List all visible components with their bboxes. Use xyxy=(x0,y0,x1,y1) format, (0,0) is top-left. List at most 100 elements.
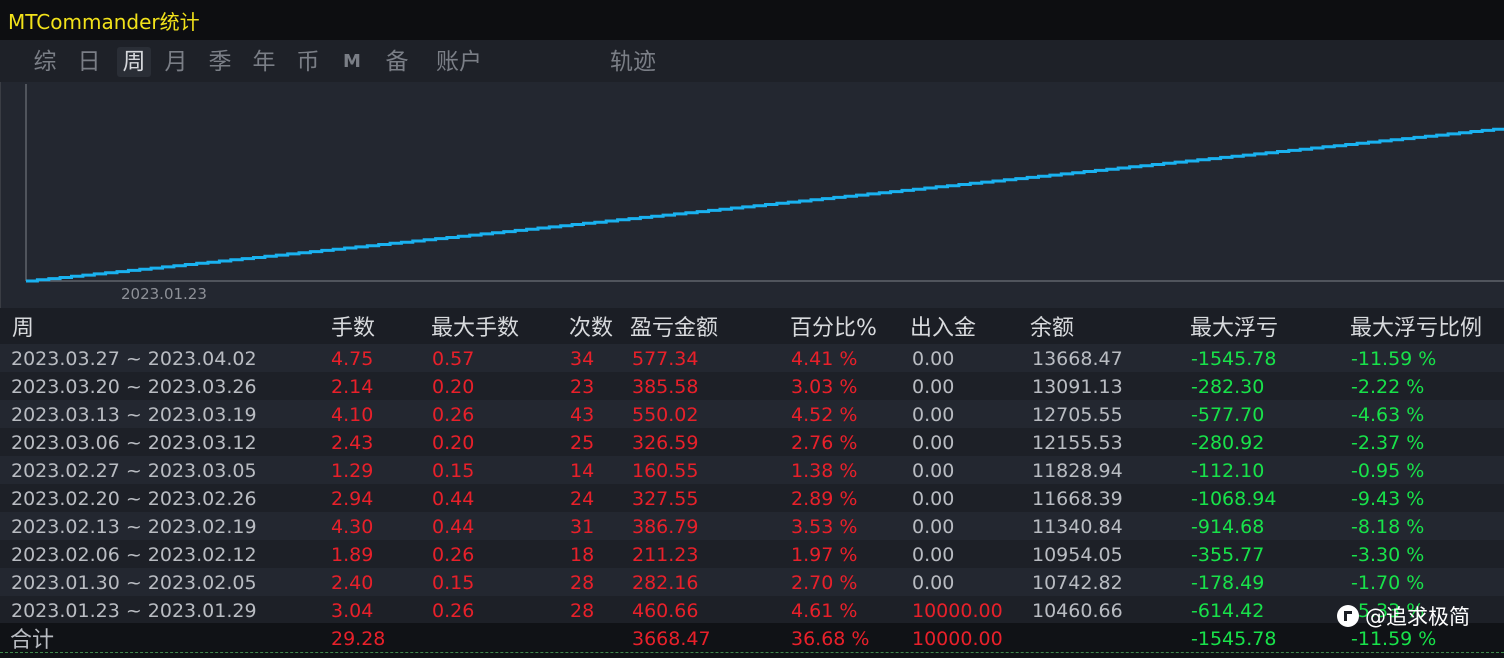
cell-deposit: 0.00 xyxy=(912,348,955,370)
cell-max-drawdown-pct: -2.37 % xyxy=(1351,432,1425,454)
toutiao-logo-icon xyxy=(1337,605,1359,627)
total-percent: 36.68 % xyxy=(791,628,870,650)
col-header-max-lots: 最大手数 xyxy=(431,316,520,341)
cell-balance: 11340.84 xyxy=(1032,516,1123,538)
watermark: @追求极简 xyxy=(1337,601,1470,631)
cell-percent: 2.76 % xyxy=(791,432,858,454)
cell-max-drawdown: -914.68 xyxy=(1191,516,1265,538)
cell-count: 43 xyxy=(570,404,595,426)
total-max-drawdown: -1545.78 xyxy=(1191,628,1277,650)
cell-max-lots: 0.57 xyxy=(432,348,475,370)
tab-m[interactable]: M xyxy=(340,47,364,77)
cell-max-drawdown: -1068.94 xyxy=(1191,488,1277,510)
cell-balance: 13091.13 xyxy=(1032,376,1123,398)
cell-lots: 2.14 xyxy=(331,376,374,398)
cell-max-drawdown-pct: -1.70 % xyxy=(1351,572,1425,594)
cell-lots: 1.29 xyxy=(331,460,374,482)
cell-balance: 12155.53 xyxy=(1032,432,1123,454)
chart-x-tick-label: 2023.01.23 xyxy=(121,285,207,303)
cell-percent: 1.38 % xyxy=(791,460,858,482)
cell-count: 25 xyxy=(570,432,595,454)
cell-deposit: 0.00 xyxy=(912,432,955,454)
cell-balance: 10742.82 xyxy=(1032,572,1123,594)
cell-percent: 4.52 % xyxy=(791,404,858,426)
cell-lots: 4.10 xyxy=(331,404,374,426)
tab-weekly[interactable]: 周 xyxy=(117,47,151,77)
cell-pnl: 160.55 xyxy=(632,460,699,482)
app-title: MTCommander统计 xyxy=(8,10,200,34)
cell-max-drawdown-pct: -3.30 % xyxy=(1351,544,1425,566)
cell-lots: 3.04 xyxy=(331,600,374,622)
col-header-count: 次数 xyxy=(569,316,614,341)
cell-balance: 11828.94 xyxy=(1032,460,1123,482)
tab-currency[interactable]: 币 xyxy=(293,47,323,77)
cell-deposit: 0.00 xyxy=(912,516,955,538)
cell-week: 2023.03.13 ~ 2023.03.19 xyxy=(11,404,257,426)
cell-week: 2023.03.20 ~ 2023.03.26 xyxy=(11,376,257,398)
cell-max-drawdown-pct: -2.22 % xyxy=(1351,376,1425,398)
cell-max-drawdown: -112.10 xyxy=(1191,460,1265,482)
tab-quarterly[interactable]: 季 xyxy=(205,47,235,77)
cell-lots: 2.94 xyxy=(331,488,374,510)
title-bar: MTCommander统计 xyxy=(0,0,1504,40)
cell-count: 28 xyxy=(570,600,595,622)
cell-max-lots: 0.20 xyxy=(432,432,475,454)
cell-lots: 4.30 xyxy=(331,516,374,538)
cell-deposit: 0.00 xyxy=(912,488,955,510)
cell-lots: 4.75 xyxy=(331,348,374,370)
cell-max-lots: 0.26 xyxy=(432,600,475,622)
cell-max-lots: 0.44 xyxy=(432,516,475,538)
cell-max-lots: 0.15 xyxy=(432,460,475,482)
tab-daily[interactable]: 日 xyxy=(74,47,104,77)
cell-percent: 4.41 % xyxy=(791,348,858,370)
cell-balance: 13668.47 xyxy=(1032,348,1123,370)
tab-account[interactable]: 账户 xyxy=(432,47,486,77)
cell-week: 2023.03.06 ~ 2023.03.12 xyxy=(11,432,257,454)
cell-balance: 10954.05 xyxy=(1032,544,1123,566)
cell-week: 2023.02.13 ~ 2023.02.19 xyxy=(11,516,257,538)
cell-balance: 11668.39 xyxy=(1032,488,1123,510)
cell-pnl: 282.16 xyxy=(632,572,699,594)
cell-max-drawdown: -282.30 xyxy=(1191,376,1265,398)
col-header-pnl: 盈亏金额 xyxy=(630,316,719,341)
cell-max-drawdown: -178.49 xyxy=(1191,572,1265,594)
cell-deposit: 0.00 xyxy=(912,460,955,482)
cell-max-drawdown: -280.92 xyxy=(1191,432,1265,454)
cell-max-drawdown: -577.70 xyxy=(1191,404,1265,426)
cell-week: 2023.02.27 ~ 2023.03.05 xyxy=(11,460,257,482)
cell-week: 2023.02.06 ~ 2023.02.12 xyxy=(11,544,257,566)
cell-max-lots: 0.15 xyxy=(432,572,475,594)
cell-count: 24 xyxy=(570,488,595,510)
total-pnl: 3668.47 xyxy=(632,628,711,650)
cell-max-lots: 0.44 xyxy=(432,488,475,510)
cell-percent: 3.53 % xyxy=(791,516,858,538)
balance-chart: 2023.01.23 xyxy=(0,82,1504,308)
tab-yearly[interactable]: 年 xyxy=(249,47,279,77)
col-header-balance: 余额 xyxy=(1030,316,1075,341)
cell-percent: 4.61 % xyxy=(791,600,858,622)
cell-pnl: 577.34 xyxy=(632,348,699,370)
tab-monthly[interactable]: 月 xyxy=(161,47,191,77)
cell-max-drawdown-pct: -9.43 % xyxy=(1351,488,1425,510)
cell-pnl: 550.02 xyxy=(632,404,699,426)
cell-max-drawdown-pct: -4.63 % xyxy=(1351,404,1425,426)
tab-trajectory[interactable]: 轨迹 xyxy=(606,47,660,77)
cell-max-lots: 0.26 xyxy=(432,544,475,566)
cell-count: 31 xyxy=(570,516,595,538)
cell-week: 2023.03.27 ~ 2023.04.02 xyxy=(11,348,257,370)
cell-pnl: 326.59 xyxy=(632,432,699,454)
tab-overview[interactable]: 综 xyxy=(30,47,60,77)
cell-lots: 2.40 xyxy=(331,572,374,594)
cell-pnl: 211.23 xyxy=(632,544,699,566)
cell-deposit: 10000.00 xyxy=(912,600,1003,622)
cell-deposit: 0.00 xyxy=(912,404,955,426)
total-label: 合计 xyxy=(10,628,55,653)
cell-lots: 2.43 xyxy=(331,432,374,454)
cell-deposit: 0.00 xyxy=(912,376,955,398)
col-header-max-drawdown-pct: 最大浮亏比例 xyxy=(1350,316,1483,341)
cell-max-drawdown-pct: -8.18 % xyxy=(1351,516,1425,538)
tab-notes[interactable]: 备 xyxy=(382,47,412,77)
cell-count: 34 xyxy=(570,348,595,370)
total-deposit: 10000.00 xyxy=(912,628,1003,650)
cell-max-drawdown: -614.42 xyxy=(1191,600,1265,622)
